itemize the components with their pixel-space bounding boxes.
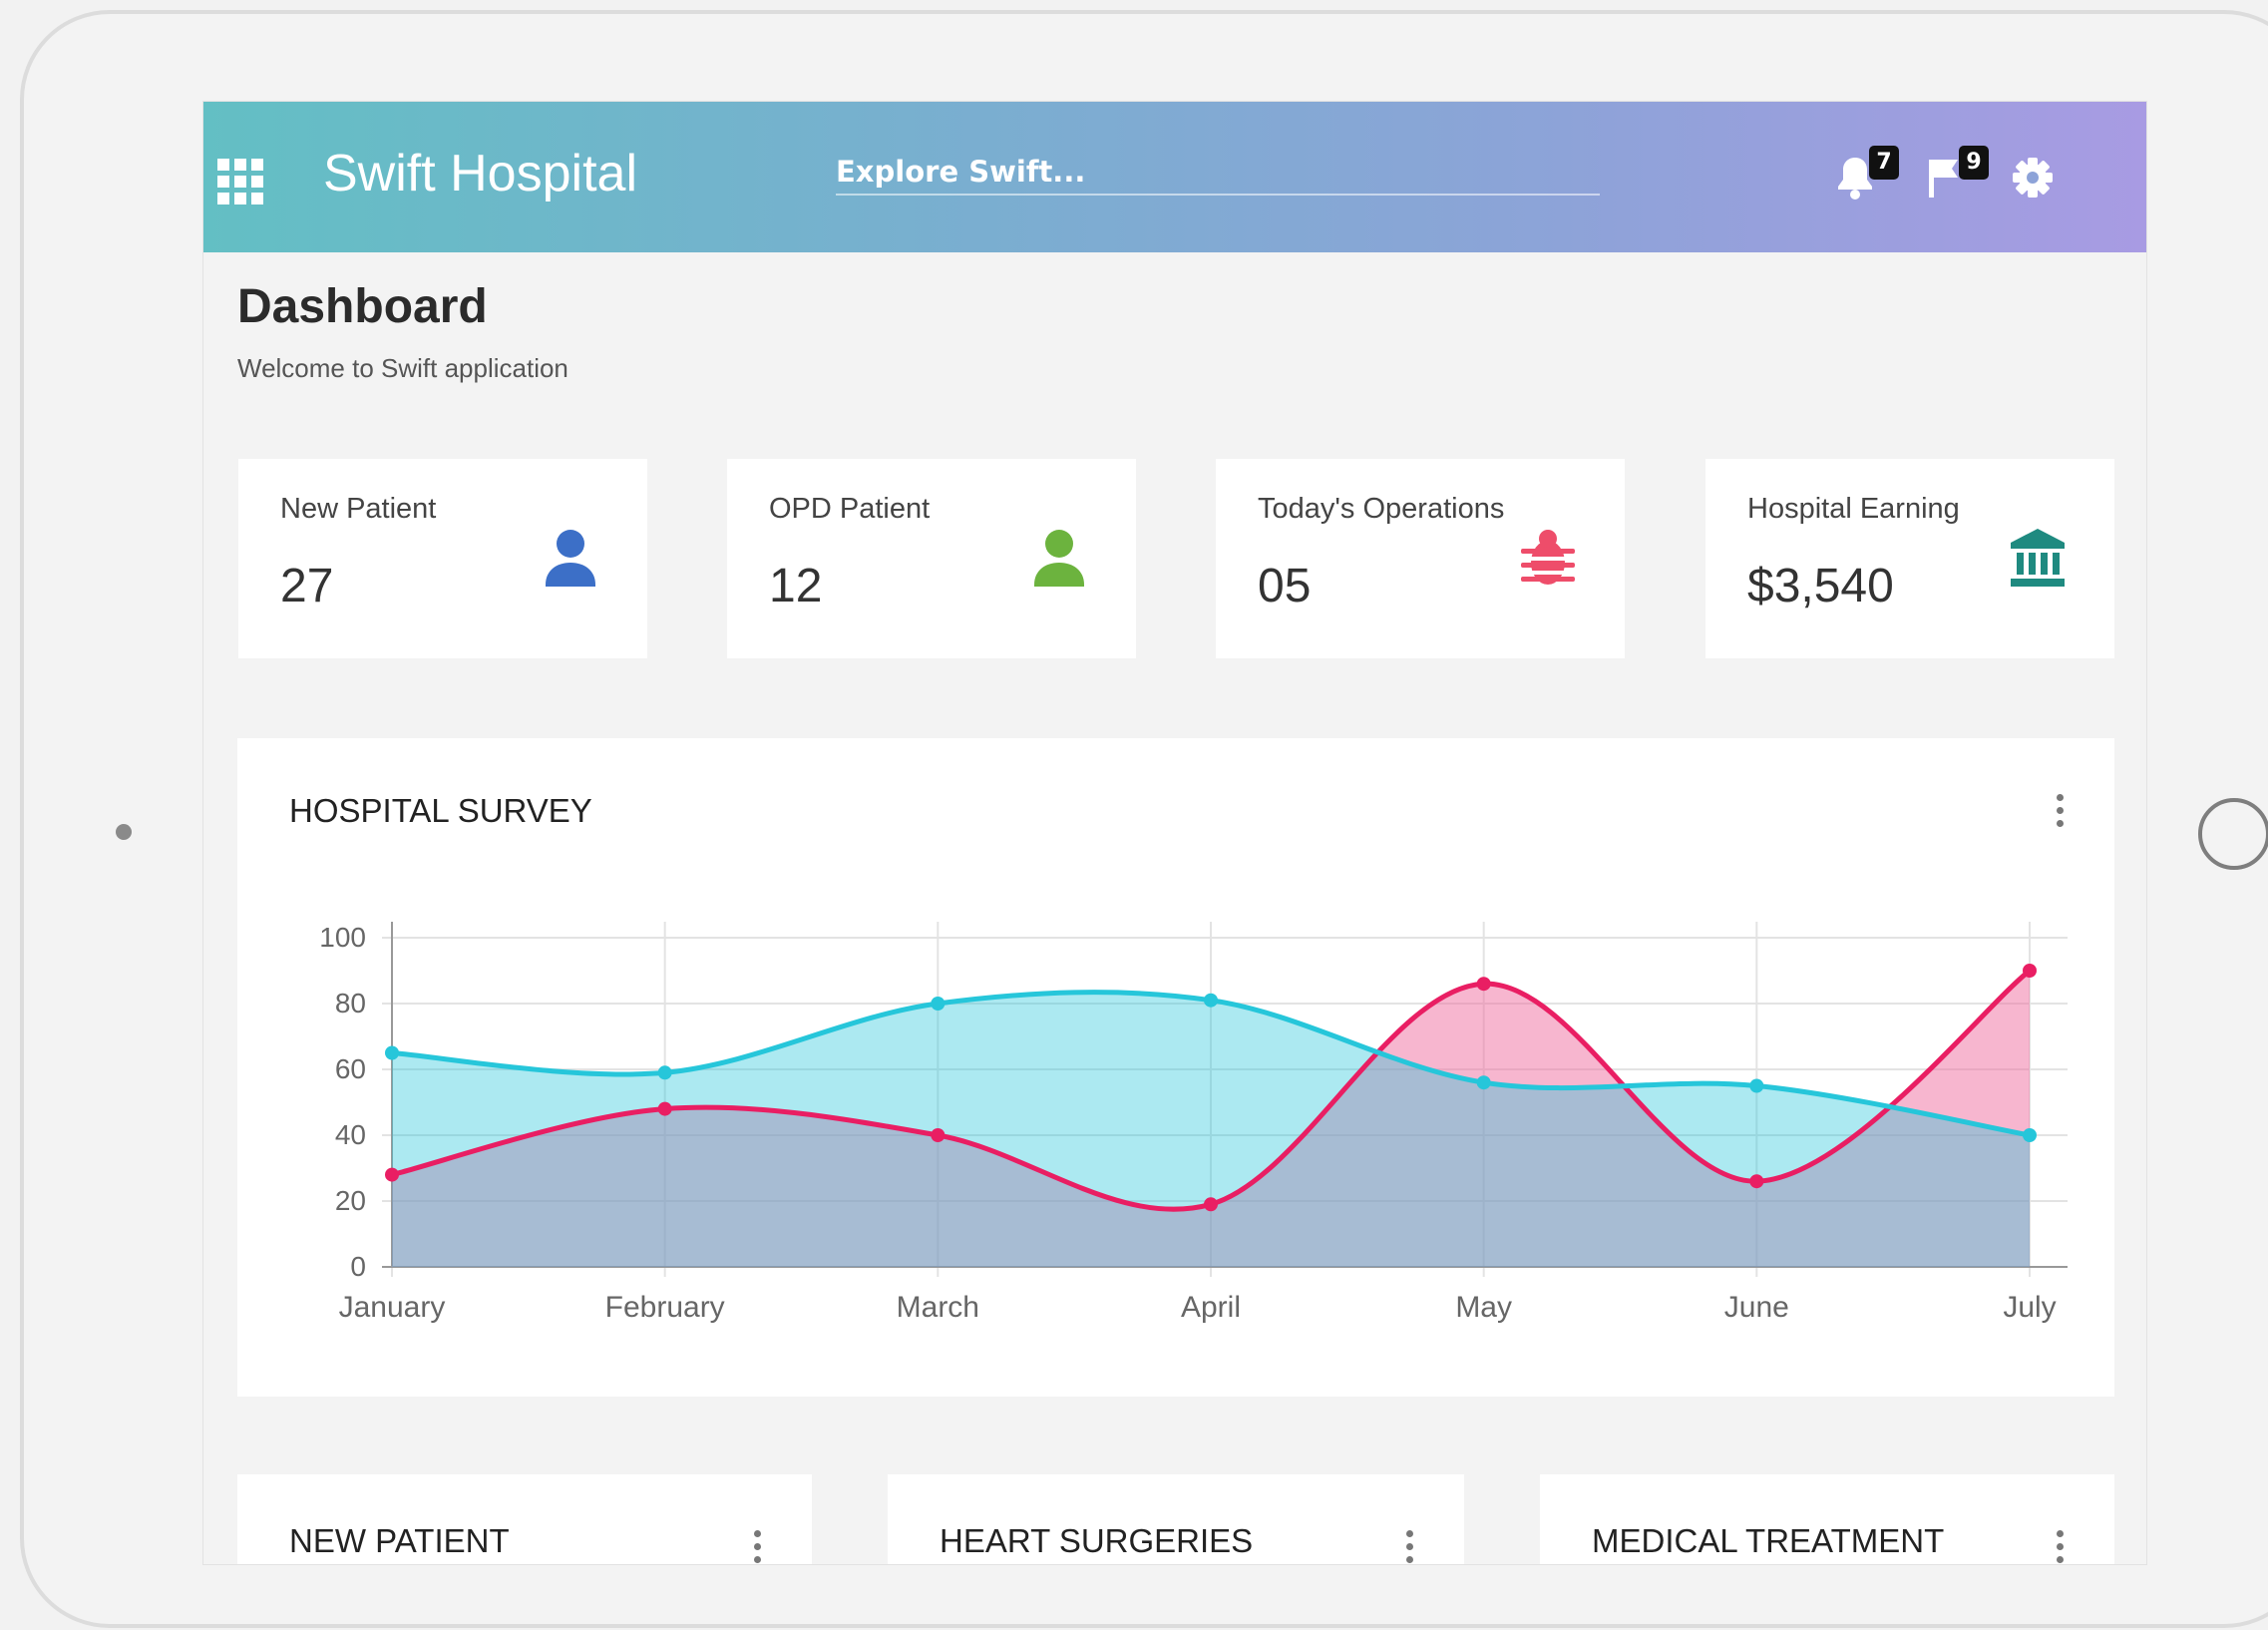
data-point-0: [1749, 1174, 1764, 1189]
stat-card-new-patient[interactable]: New Patient 27: [238, 459, 647, 658]
stat-value: 12: [769, 560, 823, 612]
search-input[interactable]: [836, 150, 1600, 196]
hospital-survey-chart: 0 20 40 60 80 100 January February March April May…: [319, 922, 2068, 1324]
settings-button[interactable]: [2011, 146, 2069, 205]
data-point-1: [1749, 1078, 1764, 1093]
y-tick-label: 40: [335, 1119, 366, 1150]
y-tick-label: 100: [319, 922, 366, 953]
y-tick-label: 20: [335, 1185, 366, 1216]
heart-surgeries-card: HEART SURGERIES: [888, 1474, 1464, 1564]
x-tick-label: April: [1181, 1291, 1241, 1324]
user-icon: [546, 530, 595, 587]
gear-icon: [2013, 158, 2053, 198]
y-tick-label: 60: [335, 1053, 366, 1084]
apps-grid-icon[interactable]: [217, 159, 263, 204]
data-point-1: [2023, 1128, 2037, 1142]
y-tick-label: 0: [350, 1251, 366, 1282]
bug-icon: [1521, 530, 1575, 585]
stat-card-hospital-earning[interactable]: Hospital Earning $3,540: [1705, 459, 2114, 658]
stat-value: 27: [280, 560, 334, 612]
x-tick-label: March: [897, 1291, 979, 1324]
page-title: Dashboard: [237, 280, 488, 333]
app-title[interactable]: Swift Hospital: [323, 144, 637, 204]
new-patient-card: NEW PATIENT: [237, 1474, 812, 1564]
data-point-1: [657, 1065, 672, 1080]
x-tick-label: June: [1724, 1291, 1789, 1324]
notifications-button[interactable]: 7: [1835, 146, 1899, 205]
medical-treatment-card: MEDICAL TREATMENT: [1540, 1474, 2114, 1564]
flags-badge: 9: [1959, 146, 1989, 180]
card-title: MEDICAL TREATMENT: [1592, 1522, 1945, 1559]
stat-label: OPD Patient: [769, 493, 931, 525]
bank-icon: [2011, 529, 2065, 587]
page-subtitle: Welcome to Swift application: [237, 353, 568, 383]
data-point-0: [385, 1167, 399, 1182]
data-point-0: [2023, 964, 2037, 978]
card-more-menu-icon[interactable]: [752, 1530, 762, 1564]
stat-value: 05: [1258, 560, 1312, 612]
camera-dot: [116, 824, 132, 840]
card-more-menu-icon[interactable]: [2055, 1530, 2065, 1564]
stat-card-opd-patient[interactable]: OPD Patient 12: [727, 459, 1136, 658]
x-tick-label: May: [1455, 1291, 1512, 1324]
series-area-1: [392, 992, 2030, 1267]
card-title: NEW PATIENT: [289, 1522, 510, 1559]
data-point-1: [931, 997, 945, 1011]
stat-label: Today's Operations: [1258, 493, 1505, 525]
tablet-frame: Swift Hospital 7 9: [20, 10, 2268, 1628]
data-point-0: [931, 1128, 945, 1142]
x-tick-label: January: [339, 1291, 446, 1324]
card-more-menu-icon[interactable]: [1404, 1530, 1414, 1564]
flags-button[interactable]: 9: [1925, 146, 1989, 205]
data-point-1: [1476, 1075, 1491, 1090]
top-header: Swift Hospital 7 9: [203, 102, 2146, 252]
stat-value: $3,540: [1747, 560, 1894, 612]
app-screen: Swift Hospital 7 9: [203, 102, 2146, 1564]
stat-label: New Patient: [280, 493, 437, 525]
stat-card-todays-operations[interactable]: Today's Operations 05: [1216, 459, 1625, 658]
data-point-0: [1476, 977, 1491, 992]
card-title: HEART SURGERIES: [940, 1522, 1254, 1559]
notifications-badge: 7: [1869, 146, 1899, 180]
x-tick-label: February: [605, 1291, 725, 1324]
hospital-survey-card: HOSPITAL SURVEY 0 20 40 60 80 100 January Febru…: [237, 738, 2114, 1397]
user-icon: [1034, 530, 1084, 587]
y-tick-label: 80: [335, 988, 366, 1019]
data-point-0: [1204, 1197, 1218, 1212]
data-point-1: [1204, 993, 1218, 1008]
stat-label: Hospital Earning: [1747, 493, 1960, 525]
data-point-0: [657, 1101, 672, 1116]
x-tick-label: July: [2003, 1291, 2056, 1324]
data-point-1: [385, 1045, 399, 1060]
home-button[interactable]: [2198, 798, 2268, 870]
